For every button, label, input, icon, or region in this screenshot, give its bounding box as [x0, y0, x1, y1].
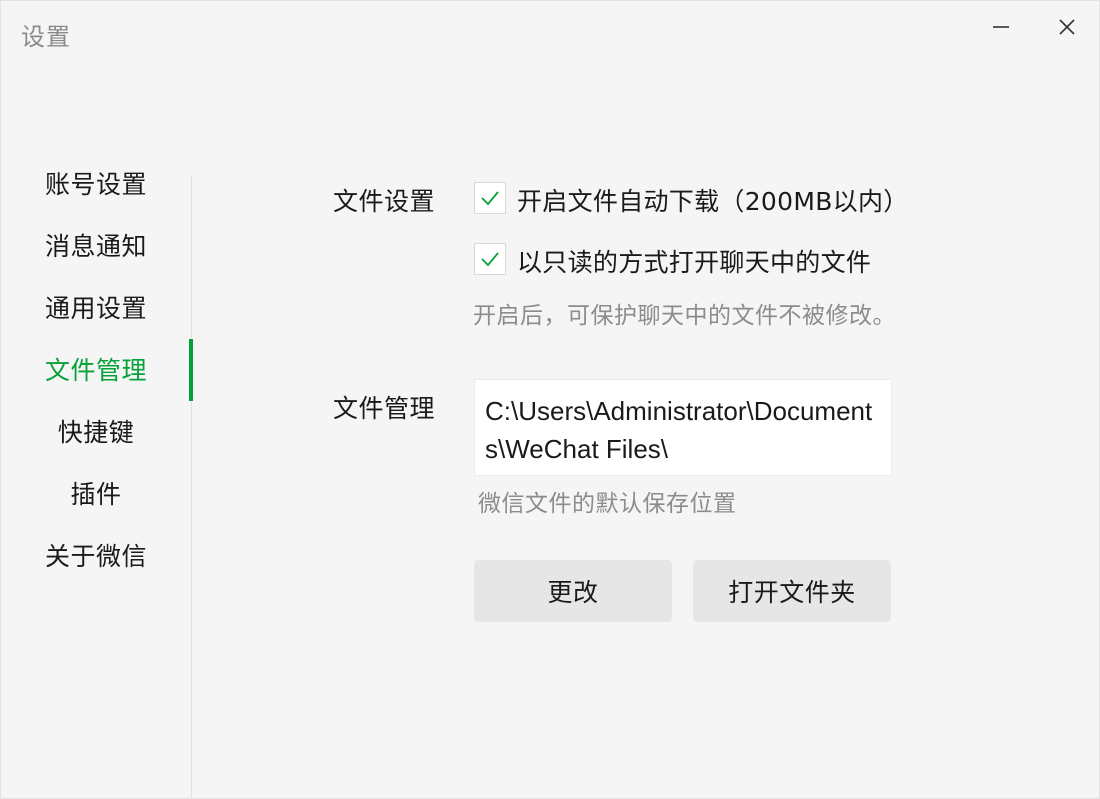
minimize-button[interactable]: [981, 9, 1021, 45]
sidebar-item-general[interactable]: 通用设置: [1, 289, 191, 329]
sidebar-item-shortcuts[interactable]: 快捷键: [1, 413, 191, 453]
file-path-field: C:\Users\Administrator\Documents\WeChat …: [474, 379, 892, 476]
minimize-icon: [993, 26, 1009, 28]
read-only-checkbox[interactable]: [474, 243, 506, 275]
sidebar-item-about[interactable]: 关于微信: [1, 537, 191, 577]
sidebar-item-notifications[interactable]: 消息通知: [1, 227, 191, 267]
close-icon: [1059, 19, 1075, 35]
settings-window: 设置 账号设置 消息通知 通用设置 文件管理 快捷键 插件 关于微信 文件设置 …: [0, 0, 1100, 799]
active-indicator: [189, 339, 193, 401]
file-management-label: 文件管理: [333, 394, 436, 423]
close-button[interactable]: [1047, 9, 1087, 45]
file-path-hint: 微信文件的默认保存位置: [478, 491, 737, 517]
sidebar-divider: [191, 176, 192, 799]
window-title: 设置: [21, 23, 71, 51]
checkmark-icon: [481, 191, 499, 206]
sidebar-item-account[interactable]: 账号设置: [1, 165, 191, 205]
sidebar-item-file-management[interactable]: 文件管理: [1, 351, 191, 391]
read-only-hint: 开启后，可保护聊天中的文件不被修改。: [473, 303, 896, 329]
read-only-label[interactable]: 以只读的方式打开聊天中的文件: [517, 243, 871, 279]
auto-download-checkbox[interactable]: [474, 182, 506, 214]
checkmark-icon: [481, 252, 499, 267]
sidebar-item-plugins[interactable]: 插件: [1, 475, 191, 515]
open-folder-button[interactable]: 打开文件夹: [693, 560, 891, 622]
auto-download-label[interactable]: 开启文件自动下载（200MB以内）: [517, 182, 909, 218]
change-button[interactable]: 更改: [474, 560, 672, 622]
file-settings-label: 文件设置: [333, 187, 436, 216]
